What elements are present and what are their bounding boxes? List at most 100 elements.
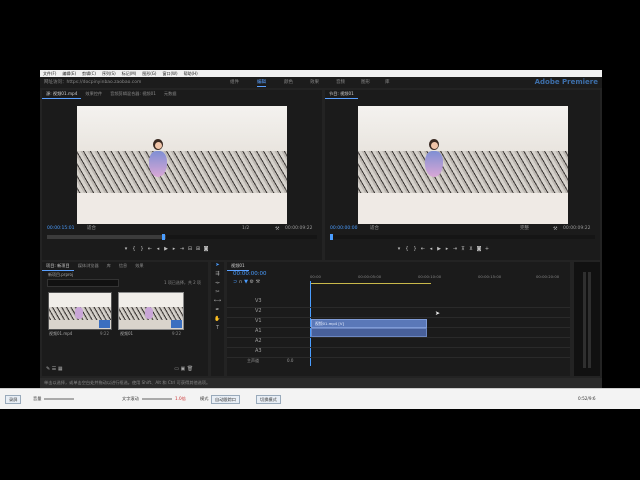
- project-clip-thumbnail[interactable]: [48, 292, 112, 330]
- tab-effect-controls[interactable]: 效果控件: [81, 90, 106, 98]
- icon-view-icon[interactable]: ▦: [58, 366, 63, 372]
- tab-project[interactable]: 项目: 新项目: [42, 262, 74, 271]
- play-icon[interactable]: ▶: [435, 246, 443, 252]
- workspace-audio[interactable]: 音频: [336, 79, 345, 86]
- source-scrubber[interactable]: [47, 235, 317, 239]
- snap-icon[interactable]: ⊃: [233, 279, 237, 285]
- slip-icon[interactable]: ⟷: [211, 298, 224, 307]
- extract-icon[interactable]: ⊻: [467, 246, 475, 252]
- step-forward-icon[interactable]: ▸: [170, 246, 178, 252]
- tab-audio-mixer[interactable]: 音频剪辑混合器: 视频01: [106, 90, 160, 98]
- menu-sequence[interactable]: 序列(S): [99, 70, 119, 77]
- tab-program[interactable]: 节目: 视频01: [325, 90, 358, 99]
- workspace-editing[interactable]: 编辑: [257, 79, 266, 87]
- mark-out-bracket-icon[interactable]: }: [138, 246, 146, 252]
- tab-source[interactable]: 源: 视频01.mp4: [42, 90, 82, 99]
- work-area-bar[interactable]: [311, 283, 431, 284]
- program-timecode[interactable]: 00:00:00:00: [330, 226, 357, 232]
- step-back-icon[interactable]: ◂: [427, 246, 435, 252]
- source-playhead[interactable]: [162, 234, 165, 240]
- program-scrubber[interactable]: [330, 235, 595, 239]
- ripple-edit-icon[interactable]: ⟛: [211, 280, 224, 289]
- lift-icon[interactable]: ⊼: [459, 246, 467, 252]
- record-button[interactable]: 录屏: [5, 395, 22, 404]
- play-icon[interactable]: ▶: [162, 246, 170, 252]
- volume-slider[interactable]: [44, 398, 74, 400]
- master-track-value[interactable]: 0.0: [287, 358, 293, 363]
- menu-marker[interactable]: 标记(M): [119, 70, 140, 77]
- hand-icon[interactable]: ✋: [211, 316, 224, 325]
- mark-in-icon[interactable]: ▾: [395, 246, 403, 252]
- track-v3[interactable]: V3: [227, 298, 570, 308]
- linked-selection-icon[interactable]: ∩: [239, 279, 243, 285]
- program-duration: 00:00:09:22: [563, 226, 591, 231]
- go-to-out-icon[interactable]: ⇥: [451, 246, 459, 252]
- speed-slider[interactable]: [142, 398, 172, 400]
- export-frame-icon[interactable]: ◙: [202, 246, 210, 252]
- program-quality-select[interactable]: 完整: [520, 226, 529, 232]
- mark-in-icon[interactable]: ▾: [122, 246, 130, 252]
- timeline-ruler[interactable]: 00:00 00:00:05:00 00:00:10:00 00:00:15:0…: [310, 274, 565, 280]
- track-v2[interactable]: V2: [227, 308, 570, 318]
- new-item-icon[interactable]: ▣: [181, 366, 186, 372]
- menu-clip[interactable]: 剪辑(C): [79, 70, 99, 77]
- project-sequence-thumbnail[interactable]: [118, 292, 184, 330]
- type-tool-icon[interactable]: T: [211, 325, 224, 334]
- timeline-timecode[interactable]: 00:00:00:00: [233, 271, 267, 277]
- project-search-input[interactable]: [47, 279, 119, 287]
- track-a2[interactable]: A2: [227, 338, 570, 348]
- wrench-icon[interactable]: ⚒: [256, 279, 260, 285]
- workspace-color[interactable]: 颜色: [284, 79, 293, 86]
- source-ratio-select[interactable]: 1/2: [242, 226, 249, 232]
- settings-icon[interactable]: ⚙: [250, 279, 254, 285]
- workspace-effects[interactable]: 效果: [310, 79, 319, 86]
- menu-file[interactable]: 文件(F): [40, 70, 59, 77]
- source-fit-select[interactable]: 适合: [87, 226, 96, 232]
- video-clip[interactable]: 视频01.mp4 [V]: [311, 319, 427, 328]
- source-timecode[interactable]: 00:00:15:01: [47, 226, 74, 232]
- program-fit-select[interactable]: 适合: [370, 226, 379, 232]
- audio-clip[interactable]: [311, 328, 427, 337]
- switch-mode-button[interactable]: 切换模式: [256, 395, 281, 404]
- razor-icon[interactable]: ✂: [211, 289, 224, 298]
- tab-metadata[interactable]: 元数据: [160, 90, 181, 98]
- tab-sequence[interactable]: 视频01: [227, 262, 249, 271]
- mode-select[interactable]: 自动跟踪口: [211, 395, 240, 404]
- workspace-libraries[interactable]: 库: [385, 79, 390, 86]
- workspace-assembly[interactable]: 组件: [230, 79, 239, 86]
- recorder-bar: 录屏 音量 文字滚动 1.0倍 模式 自动跟踪口 切换模式 0:52/9:6: [0, 388, 640, 409]
- insert-icon[interactable]: ⊟: [186, 246, 194, 252]
- tab-info[interactable]: 信息: [115, 262, 131, 270]
- go-to-in-icon[interactable]: ⇤: [146, 246, 154, 252]
- selection-tool-icon[interactable]: ➤: [211, 262, 224, 271]
- menu-graphics[interactable]: 图形(G): [139, 70, 159, 77]
- mark-in-bracket-icon[interactable]: {: [130, 246, 138, 252]
- go-to-out-icon[interactable]: ⇥: [178, 246, 186, 252]
- pen-icon[interactable]: ✒: [211, 307, 224, 316]
- menu-edit[interactable]: 编辑(E): [59, 70, 79, 77]
- tab-media-browser[interactable]: 媒体浏览器: [74, 262, 103, 270]
- mark-in-bracket-icon[interactable]: {: [403, 246, 411, 252]
- step-forward-icon[interactable]: ▸: [443, 246, 451, 252]
- workspace-graphics[interactable]: 图形: [361, 79, 370, 86]
- track-select-icon[interactable]: ⇶: [211, 271, 224, 280]
- mark-out-bracket-icon[interactable]: }: [411, 246, 419, 252]
- step-back-icon[interactable]: ◂: [154, 246, 162, 252]
- tab-libraries[interactable]: 库: [103, 262, 115, 270]
- trash-icon[interactable]: 🗑: [187, 366, 193, 372]
- add-button-icon[interactable]: +: [483, 246, 491, 252]
- list-view-icon[interactable]: ☰: [52, 366, 56, 372]
- overwrite-icon[interactable]: ⊞: [194, 246, 202, 252]
- export-frame-icon[interactable]: ◙: [475, 246, 483, 252]
- tab-effects[interactable]: 效果: [131, 262, 147, 270]
- new-bin-icon[interactable]: ▭: [174, 366, 179, 372]
- wrench-icon[interactable]: ⚒: [553, 226, 557, 232]
- go-to-in-icon[interactable]: ⇤: [419, 246, 427, 252]
- track-a3[interactable]: A3: [227, 348, 570, 358]
- pencil-icon[interactable]: ✎: [46, 366, 50, 372]
- wrench-icon[interactable]: ⚒: [275, 226, 279, 232]
- menu-window[interactable]: 窗口(W): [159, 70, 180, 77]
- marker-icon[interactable]: ▼: [244, 279, 248, 285]
- menu-help[interactable]: 帮助(H): [181, 70, 201, 77]
- program-playhead[interactable]: [330, 234, 333, 240]
